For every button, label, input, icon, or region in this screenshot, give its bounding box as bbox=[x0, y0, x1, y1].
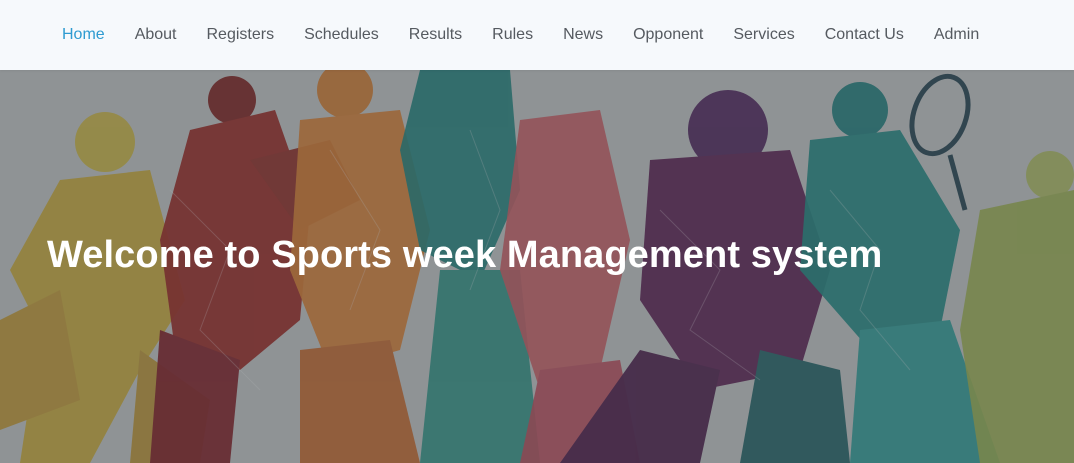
nav-item-news[interactable]: News bbox=[548, 0, 618, 70]
hero-title: Welcome to Sports week Management system bbox=[47, 234, 883, 276]
top-navbar: Home About Registers Schedules Results R… bbox=[0, 0, 1074, 70]
nav-item-home[interactable]: Home bbox=[47, 0, 120, 70]
nav-item-contact-us[interactable]: Contact Us bbox=[810, 0, 919, 70]
nav-item-schedules[interactable]: Schedules bbox=[289, 0, 394, 70]
nav-item-results[interactable]: Results bbox=[394, 0, 477, 70]
nav-item-rules[interactable]: Rules bbox=[477, 0, 548, 70]
nav-item-about[interactable]: About bbox=[120, 0, 192, 70]
nav-item-opponent[interactable]: Opponent bbox=[618, 0, 718, 70]
hero-banner: Welcome to Sports week Management system bbox=[0, 70, 1074, 463]
nav-item-registers[interactable]: Registers bbox=[192, 0, 290, 70]
nav-item-admin[interactable]: Admin bbox=[919, 0, 994, 70]
nav-menu: Home About Registers Schedules Results R… bbox=[47, 0, 994, 70]
nav-item-services[interactable]: Services bbox=[718, 0, 809, 70]
